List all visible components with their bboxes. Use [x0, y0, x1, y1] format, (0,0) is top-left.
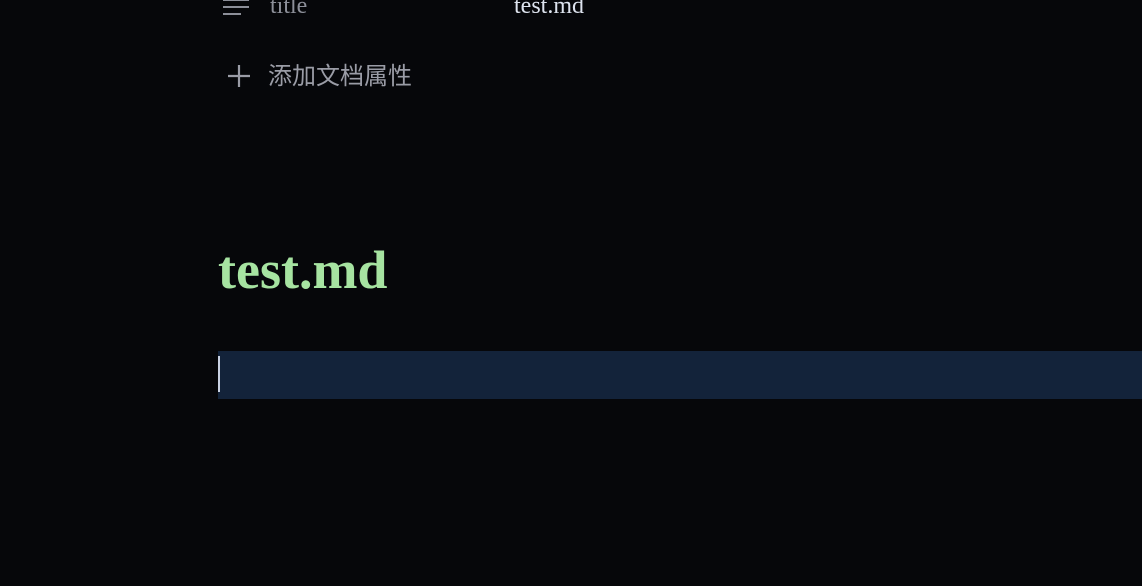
add-document-property-button[interactable]: 添加文档属性	[226, 58, 412, 94]
editor-paragraph-block[interactable]	[218, 351, 1142, 399]
property-row-title[interactable]: title test.md	[218, 0, 918, 24]
document-title[interactable]: test.md	[218, 238, 387, 302]
add-document-property-label: 添加文档属性	[268, 62, 412, 90]
property-value-field[interactable]: test.md	[514, 0, 584, 18]
text-lines-icon	[222, 0, 250, 20]
text-cursor	[218, 356, 220, 392]
plus-icon	[226, 63, 252, 89]
property-key: title	[270, 0, 308, 19]
